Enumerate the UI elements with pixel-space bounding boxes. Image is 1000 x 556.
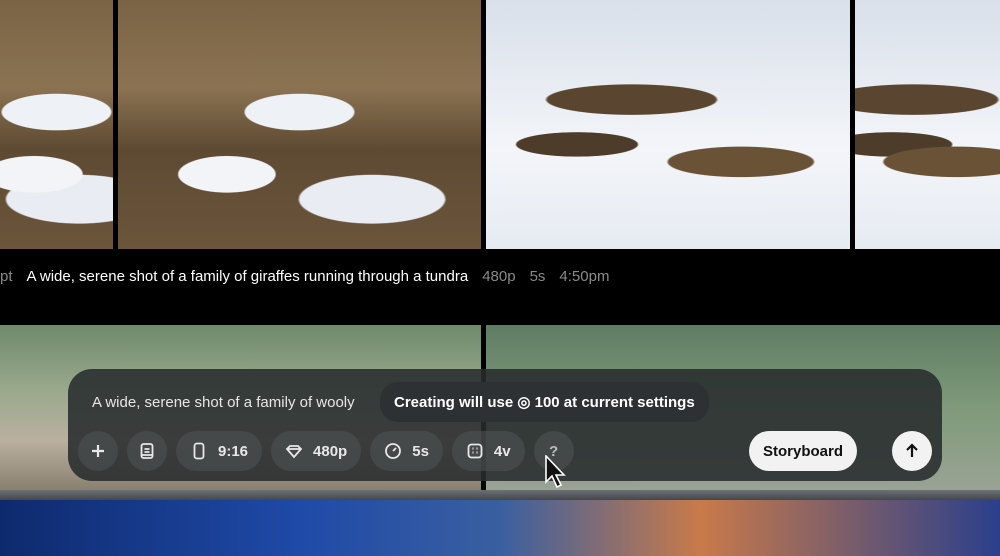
aspect-ratio-button[interactable]: 9:16 [176,431,263,471]
resolution-label: 480p [313,442,348,460]
prompt-composer: A wide, serene shot of a family of wooly… [68,369,942,481]
aspect-ratio-label: 9:16 [218,442,249,460]
grid-icon [467,443,483,459]
arrow-up-icon [906,443,918,457]
video-thumbnail[interactable] [486,0,850,249]
caption-resolution: 480p [482,268,516,285]
variations-label: 4v [493,442,511,460]
add-media-button[interactable] [78,431,118,471]
credits-tooltip: Creating will use ◎ 100 at current setti… [380,382,709,422]
video-thumbnail[interactable] [118,0,481,249]
caption-prefix: pt [0,268,13,285]
submit-button[interactable] [892,431,932,471]
presets-button[interactable] [127,431,167,471]
mouse-cursor-icon [545,455,566,489]
prompt-input[interactable]: A wide, serene shot of a family of wooly [92,394,355,411]
window-edge [0,490,1000,500]
video-thumbnail[interactable] [855,0,1000,249]
variations-button[interactable]: 4v [451,431,525,471]
resolution-button[interactable]: 480p [271,431,362,471]
storyboard-button[interactable]: Storyboard [748,431,857,471]
plus-icon [92,445,104,457]
diamond-icon [285,445,303,459]
duration-button[interactable]: 5s [370,431,443,471]
caption-time: 4:50pm [559,268,610,285]
caption-duration: 5s [529,268,546,285]
duration-label: 5s [412,442,429,460]
video-caption: pt A wide, serene shot of a family of gi… [0,268,609,285]
video-thumbnail[interactable] [0,0,113,249]
caption-prompt[interactable]: A wide, serene shot of a family of giraf… [27,268,469,285]
desktop-background [0,500,1000,556]
clock-icon [385,443,402,459]
book-icon [140,443,154,459]
phone-icon [193,442,205,460]
